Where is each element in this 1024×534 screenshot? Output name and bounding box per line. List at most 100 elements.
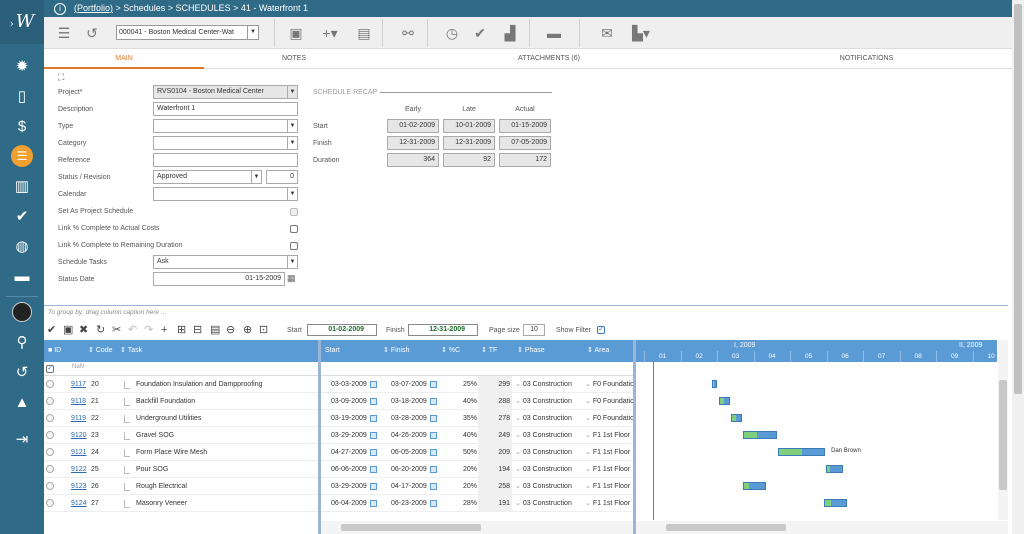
row-selector[interactable] — [46, 380, 54, 389]
tab-notifications[interactable]: NOTIFICATIONS — [714, 49, 1019, 69]
row-id-link[interactable]: 9122 — [71, 461, 89, 478]
refresh-icon[interactable]: ↻ — [96, 323, 105, 337]
table-row[interactable]: 9118 21 Backfill Foundation 03-09-2009 03-18… — [44, 393, 636, 410]
row-task[interactable]: Underground Utilities — [136, 410, 318, 427]
grid-start-date[interactable]: 01-02-2009 — [307, 324, 377, 336]
row-selector[interactable] — [46, 414, 54, 423]
avatar[interactable] — [0, 298, 44, 326]
calendar-icon[interactable] — [369, 448, 377, 456]
scrollbar-thumb[interactable] — [999, 380, 1007, 490]
row-start[interactable]: 06-06-2009 — [331, 461, 381, 478]
row-id-link[interactable]: 9123 — [71, 478, 89, 495]
scrollbar-thumb[interactable] — [666, 524, 786, 531]
revision-field[interactable]: 0 — [266, 170, 298, 184]
type-select[interactable]: ▼ — [153, 119, 298, 133]
table-row[interactable]: 9124 27 Masonry Veneer 06-04-2009 06-23-2009… — [44, 495, 636, 512]
logout-icon[interactable]: ⇥ — [0, 425, 44, 453]
save-check-icon[interactable]: ✔ — [47, 323, 56, 337]
show-filter-checkbox[interactable]: ✓ — [597, 326, 605, 334]
lock-icon[interactable]: ▟ — [502, 23, 518, 43]
calendar-icon[interactable] — [369, 414, 377, 422]
row-area[interactable]: ⌄ F0 Foundation — [585, 376, 636, 393]
calendar-icon[interactable] — [429, 499, 437, 507]
row-task[interactable]: Backfill Foundation — [136, 393, 318, 410]
print-icon[interactable]: ▙▾ — [628, 23, 654, 43]
row-area[interactable]: ⌄ F1 1st Floor — [585, 478, 636, 495]
project-select[interactable]: 000041 - Boston Medical Center-Wat ▼ — [116, 25, 259, 40]
calendar-icon[interactable] — [429, 397, 437, 405]
row-start[interactable]: 03-03-2009 — [331, 376, 381, 393]
row-selector[interactable] — [46, 499, 54, 508]
col-start[interactable]: Start — [321, 340, 379, 362]
search-icon[interactable]: ⚲ — [0, 328, 44, 356]
col-tf[interactable]: ⇕ TF — [477, 340, 513, 362]
row-area[interactable]: ⌄ F1 1st Floor — [585, 444, 636, 461]
set-as-project-schedule-checkbox[interactable] — [290, 208, 298, 216]
save-icon[interactable]: ▣ — [63, 323, 73, 337]
row-pc[interactable]: 50% — [444, 444, 477, 461]
table-row[interactable]: 9117 20 Foundation Insulation and Dampproo… — [44, 376, 636, 393]
row-phase[interactable]: ⌄ 03 Construction — [515, 427, 583, 444]
row-pc[interactable]: 40% — [444, 427, 477, 444]
briefcase-icon[interactable]: ▬ — [0, 262, 44, 290]
row-start[interactable]: 03-29-2009 — [331, 427, 381, 444]
row-phase[interactable]: ⌄ 03 Construction — [515, 461, 583, 478]
link-icon[interactable]: ⚯ — [400, 23, 416, 43]
row-selector[interactable] — [46, 448, 54, 457]
gantt-bar[interactable] — [743, 482, 767, 490]
status-date-field[interactable]: 01-15-2009 — [153, 272, 285, 286]
delete-icon[interactable]: ▤ — [356, 23, 372, 43]
approve-check-icon[interactable]: ✔ — [472, 23, 488, 43]
row-task[interactable]: Foundation Insulation and Dampproofing — [136, 376, 318, 393]
row-start[interactable]: 03-29-2009 — [331, 478, 381, 495]
app-logo[interactable]: › W — [0, 0, 44, 44]
col-task[interactable]: ⇕ Task — [116, 340, 316, 362]
building-icon[interactable]: ▥ — [0, 172, 44, 200]
col-code[interactable]: ⇕ Code — [84, 340, 120, 362]
page-size-field[interactable]: 10 — [523, 324, 545, 336]
status-select[interactable]: Approved ▼ — [153, 170, 262, 184]
row-task[interactable]: Rough Electrical — [136, 478, 318, 495]
select-all-checkbox[interactable]: ✓ — [46, 365, 54, 373]
calendar-icon[interactable] — [429, 414, 437, 422]
row-id-link[interactable]: 9124 — [71, 495, 89, 512]
row-area[interactable]: ⌄ F1 1st Floor — [585, 461, 636, 478]
row-selector[interactable] — [46, 482, 54, 491]
calendar-icon[interactable] — [429, 431, 437, 439]
calendar-icon[interactable] — [369, 499, 377, 507]
document-icon[interactable]: ▯ — [0, 82, 44, 110]
gantt-bar[interactable] — [823, 499, 847, 507]
scrollbar-thumb[interactable] — [1014, 4, 1022, 394]
grid-vertical-scrollbar[interactable] — [998, 340, 1008, 520]
email-icon[interactable]: ✉ — [599, 23, 615, 43]
row-phase[interactable]: ⌄ 03 Construction — [515, 376, 583, 393]
reference-field[interactable] — [153, 153, 298, 167]
list-icon[interactable]: ☰ — [56, 23, 72, 43]
row-selector[interactable] — [46, 397, 54, 406]
add-icon[interactable]: +▾ — [318, 23, 342, 43]
notes-icon[interactable]: ▤ — [210, 323, 220, 337]
calendar-icon[interactable] — [369, 465, 377, 473]
grid-finish-date[interactable]: 12-31-2009 — [408, 324, 478, 336]
row-pc[interactable]: 35% — [444, 410, 477, 427]
gantt-bar[interactable] — [778, 448, 826, 456]
gantt-bar[interactable] — [719, 397, 731, 405]
tab-notes[interactable]: NOTES — [204, 49, 384, 69]
page-vertical-scrollbar[interactable] — [1012, 0, 1024, 534]
schedule-tasks-select[interactable]: Ask ▼ — [153, 255, 298, 269]
row-finish[interactable]: 06-20-2009 — [391, 461, 441, 478]
row-phase[interactable]: ⌄ 03 Construction — [515, 410, 583, 427]
col-area[interactable]: ⇕ Area — [583, 340, 636, 362]
calendar-icon[interactable] — [369, 482, 377, 490]
row-area[interactable]: ⌄ F0 Foundation — [585, 410, 636, 427]
col-pc[interactable]: ⇕ %C — [437, 340, 477, 362]
row-start[interactable]: 06-04-2009 — [331, 495, 381, 512]
expand-all-icon[interactable]: ⊞ — [177, 323, 186, 337]
archive-icon[interactable]: ▬ — [546, 23, 562, 43]
row-finish[interactable]: 03-18-2009 — [391, 393, 441, 410]
calendar-icon[interactable] — [429, 482, 437, 490]
row-phase[interactable]: ⌄ 03 Construction — [515, 495, 583, 512]
row-finish[interactable]: 03-28-2009 — [391, 410, 441, 427]
calendar-icon[interactable] — [369, 397, 377, 405]
lightbulb-icon[interactable]: ✹ — [0, 52, 44, 80]
